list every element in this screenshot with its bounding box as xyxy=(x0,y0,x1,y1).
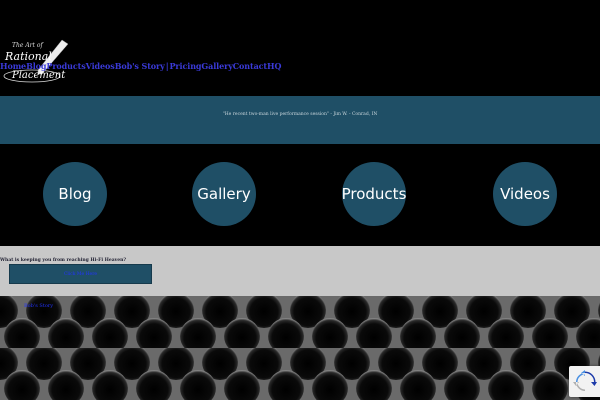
nav-products[interactable]: Products xyxy=(46,61,85,71)
footer-link-bobs-story[interactable]: Bob's Story xyxy=(24,303,53,309)
tile-products[interactable]: Products xyxy=(342,162,406,226)
tile-videos[interactable]: Videos xyxy=(493,162,557,226)
speaker-grill-pattern xyxy=(0,296,600,400)
recaptcha-icon xyxy=(572,369,597,391)
speaker-grill-background xyxy=(0,296,600,400)
nav-pricing[interactable]: Pricing xyxy=(170,61,202,71)
nav-videos[interactable]: Videos xyxy=(86,61,115,71)
promo-cta-button[interactable]: Click Me Here xyxy=(9,264,152,284)
nav-bobs-story[interactable]: Bob's Story xyxy=(115,61,165,71)
testimonial-quote: "He recent two-man live performance sess… xyxy=(222,112,378,117)
logo-line-1: The Art of xyxy=(12,42,44,49)
nav-gallery[interactable]: Gallery xyxy=(201,61,232,71)
nav-contact[interactable]: Contact xyxy=(233,61,267,71)
nav-blog[interactable]: Blog xyxy=(26,61,46,71)
footer-links: Bob's Story xyxy=(0,303,53,309)
tile-blog[interactable]: Blog xyxy=(43,162,107,226)
site-header xyxy=(0,0,600,96)
nav-hq[interactable]: HQ xyxy=(267,61,281,71)
testimonial-band xyxy=(0,96,600,144)
promo-question: What is keeping you from reaching Hi-Fi … xyxy=(0,258,127,263)
main-nav: Home Blog Products Videos Bob's Story | … xyxy=(0,60,281,72)
nav-home[interactable]: Home xyxy=(0,61,26,71)
tile-gallery[interactable]: Gallery xyxy=(192,162,256,226)
recaptcha-badge[interactable] xyxy=(569,366,600,397)
